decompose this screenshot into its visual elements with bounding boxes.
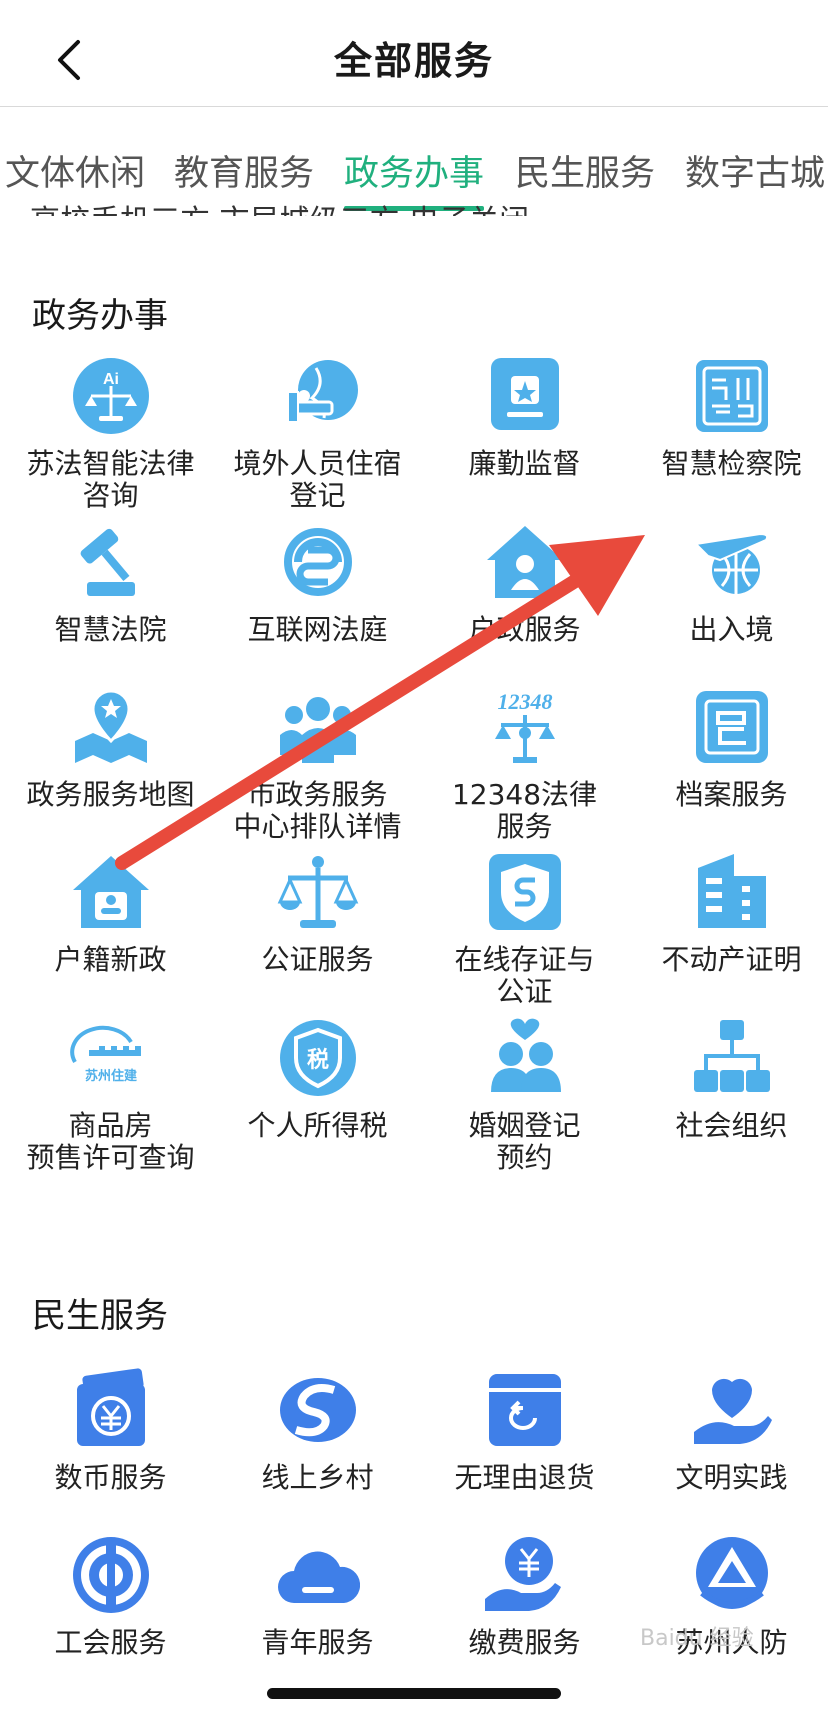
service-item[interactable]: 不动产证明: [628, 850, 828, 976]
map-pin-icon: [69, 685, 153, 769]
civil-defense-icon: [690, 1533, 774, 1617]
service-item[interactable]: 苏州住建商品房 预售许可查询: [7, 1016, 214, 1174]
service-item[interactable]: 境外人员住宿 登记: [214, 354, 421, 512]
service-label: 文明实践: [675, 1461, 788, 1494]
service-item[interactable]: 档案服务: [628, 685, 828, 811]
service-label: 户籍新政: [54, 943, 167, 976]
tab-livelihood[interactable]: 民生服务: [515, 145, 655, 196]
service-label: 工会服务: [54, 1626, 167, 1659]
service-item[interactable]: 公证服务: [214, 850, 421, 976]
service-label: 婚姻登记 预约: [468, 1109, 581, 1174]
service-label: 户政服务: [468, 613, 581, 646]
service-label: 智慧检察院: [661, 447, 802, 480]
service-item[interactable]: 文明实践: [628, 1368, 828, 1494]
gavel-icon: [69, 520, 153, 604]
tax-shield-icon: 税: [276, 1016, 360, 1100]
service-item[interactable]: 社会组织: [628, 1016, 828, 1142]
procuratorate-seal-icon: [690, 354, 774, 438]
clipped-previous-row: 高校手机三方 市局城级三方 电子关闭: [30, 196, 529, 216]
service-item[interactable]: 智慧检察院: [628, 354, 828, 480]
service-label: 档案服务: [675, 778, 788, 811]
svg-text:12348: 12348: [497, 689, 552, 714]
house-user-icon: [483, 520, 567, 604]
service-label: 商品房 预售许可查询: [26, 1109, 195, 1174]
service-item[interactable]: 青年服务: [214, 1533, 421, 1659]
svg-text:Ai: Ai: [103, 371, 119, 388]
home-indicator[interactable]: [267, 1688, 561, 1699]
svg-text:苏州住建: 苏州住建: [84, 1068, 136, 1084]
internet-court-icon: [276, 520, 360, 604]
service-label: 线上乡村: [261, 1461, 374, 1494]
service-label: 12348法律 服务: [451, 778, 598, 843]
service-label: 廉勤监督: [468, 447, 581, 480]
section-title-government: 政务办事: [32, 296, 168, 336]
service-label: 互联网法庭: [247, 613, 388, 646]
building-icon: [690, 850, 774, 934]
couple-heart-icon: [483, 1016, 567, 1100]
top-bar: 全部服务: [0, 0, 828, 107]
service-label: 市政务服务 中心排队详情: [233, 778, 402, 843]
tab-digital-old-city[interactable]: 数字古城: [685, 145, 825, 196]
service-item[interactable]: 缴费服务: [421, 1533, 628, 1659]
balance-scale-icon: [276, 850, 360, 934]
service-label: 无理由退货: [454, 1461, 595, 1494]
airplane-globe-icon: [690, 520, 774, 604]
service-item[interactable]: 智慧法院: [7, 520, 214, 646]
yuan-hand-icon: [483, 1533, 567, 1617]
digital-yuan-wallet-icon: [69, 1368, 153, 1452]
service-label: 境外人员住宿 登记: [233, 447, 402, 512]
watermark: Baidu 经验: [640, 1626, 754, 1651]
page-title: 全部服务: [333, 39, 494, 83]
cloud-icon: [276, 1533, 360, 1617]
return-box-icon: [483, 1368, 567, 1452]
svg-text:税: 税: [306, 1047, 328, 1073]
tab-culture-leisure[interactable]: 文体休闲: [5, 145, 145, 196]
law-12348-icon: 12348: [483, 685, 567, 769]
service-item[interactable]: 线上乡村: [214, 1368, 421, 1494]
service-label: 政务服务地图: [26, 778, 195, 811]
service-item[interactable]: 出入境: [628, 520, 828, 646]
tab-government-affairs[interactable]: 政务办事: [344, 145, 484, 196]
bed-globe-icon: [276, 354, 360, 438]
service-item[interactable]: 户籍新政: [7, 850, 214, 976]
household-register-icon: [69, 850, 153, 934]
heart-hand-icon: [690, 1368, 774, 1452]
service-item[interactable]: 市政务服务 中心排队详情: [214, 685, 421, 843]
service-item[interactable]: 婚姻登记 预约: [421, 1016, 628, 1174]
star-badge-icon: [483, 354, 567, 438]
org-chart-icon: [690, 1016, 774, 1100]
service-item[interactable]: 税个人所得税: [214, 1016, 421, 1142]
service-label: 青年服务: [261, 1626, 374, 1659]
service-item[interactable]: 数币服务: [7, 1368, 214, 1494]
service-label: 出入境: [689, 613, 774, 646]
service-label: 不动产证明: [661, 943, 802, 976]
service-item[interactable]: 政务服务地图: [7, 685, 214, 811]
suzhou-jiajian-logo-icon: 苏州住建: [69, 1016, 153, 1100]
tab-education[interactable]: 教育服务: [174, 145, 314, 196]
service-label: 智慧法院: [54, 613, 167, 646]
shield-certificate-icon: [483, 850, 567, 934]
service-item[interactable]: 工会服务: [7, 1533, 214, 1659]
service-item[interactable]: 12348 12348法律 服务: [421, 685, 628, 843]
service-item[interactable]: 无理由退货: [421, 1368, 628, 1494]
service-label: 个人所得税: [247, 1109, 388, 1142]
service-label: 社会组织: [675, 1109, 788, 1142]
section-title-livelihood: 民生服务: [32, 1296, 168, 1336]
service-item[interactable]: Ai 苏法智能法律 咨询: [7, 354, 214, 512]
ai-law-scale-icon: Ai: [69, 354, 153, 438]
archive-seal-icon: [690, 685, 774, 769]
service-label: 数币服务: [54, 1461, 167, 1494]
service-item[interactable]: 户政服务: [421, 520, 628, 646]
service-label: 苏法智能法律 咨询: [26, 447, 195, 512]
trade-union-icon: [69, 1533, 153, 1617]
service-item[interactable]: 廉勤监督: [421, 354, 628, 480]
service-label: 在线存证与 公证: [454, 943, 595, 1008]
service-label: 缴费服务: [468, 1626, 581, 1659]
service-label: 公证服务: [261, 943, 374, 976]
s-logo-icon: [276, 1368, 360, 1452]
people-group-icon: [276, 685, 360, 769]
service-item[interactable]: 在线存证与 公证: [421, 850, 628, 1008]
service-item[interactable]: 互联网法庭: [214, 520, 421, 646]
